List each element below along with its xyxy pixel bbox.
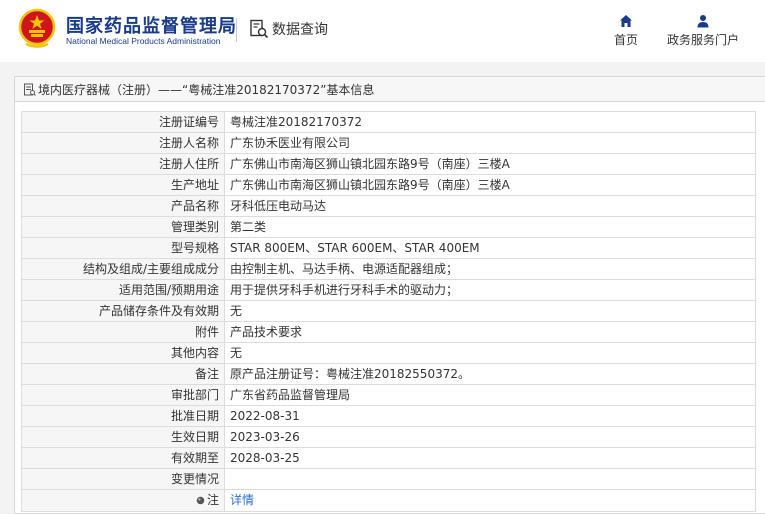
row-value — [224, 468, 756, 490]
row-key: 注册人住所 — [21, 153, 225, 175]
details-link[interactable]: 详情 — [230, 493, 254, 507]
registration-info-table: 注册证编号 粤械注准20182170372 注册人名称 广东协禾医业有限公司 注册人住所… — [21, 111, 756, 512]
org-name-en: National Medical Products Administration — [66, 36, 221, 46]
row-key: 管理类别 — [21, 216, 225, 238]
row-value: 2028-03-25 — [224, 447, 756, 469]
table-row: 注 详情 — [21, 489, 756, 512]
row-value: 原产品注册证号：粤械注准20182550372。 — [224, 363, 756, 385]
table-row: 结构及组成/主要组成成分 由控制主机、马达手柄、电源适配器组成； — [21, 258, 756, 280]
data-query-link[interactable]: 数据查询 — [249, 17, 328, 41]
row-key: 审批部门 — [21, 384, 225, 406]
row-key: 注册证编号 — [21, 111, 225, 133]
table-row: 产品名称 牙科低压电动马达 — [21, 195, 756, 217]
panel-title-text: 境内医疗器械（注册）——“粤械注准20182170372”基本信息 — [38, 82, 375, 97]
table-row: 适用范围/预期用途 用于提供牙科手机进行牙科手术的驱动力； — [21, 279, 756, 301]
note-label: 注 — [206, 493, 219, 507]
table-row: 备注 原产品注册证号：粤械注准20182550372。 — [21, 363, 756, 385]
document-search-icon — [250, 19, 269, 39]
table-row: 有效期至 2028-03-25 — [21, 447, 756, 469]
row-key: 适用范围/预期用途 — [21, 279, 225, 301]
nav-home[interactable]: 首页 — [610, 14, 642, 48]
row-key: 产品储存条件及有效期 — [21, 300, 225, 322]
home-icon — [620, 15, 632, 27]
nav-service-portal[interactable]: 政务服务门户 — [664, 14, 742, 48]
table-row: 注册人住所 广东佛山市南海区狮山镇北园东路9号（南座）三楼A — [21, 153, 756, 175]
table-row: 产品储存条件及有效期无 — [21, 300, 756, 322]
panel-title: 境内医疗器械（注册）——“粤械注准20182170372”基本信息 — [15, 77, 765, 102]
table-row: 型号规格 STAR 800EM、STAR 600EM、STAR 400EM — [21, 237, 756, 259]
bullet-icon — [196, 496, 205, 504]
row-key: 生效日期 — [21, 426, 225, 448]
row-value: STAR 800EM、STAR 600EM、STAR 400EM — [224, 237, 756, 259]
row-key: 生产地址 — [21, 174, 225, 196]
row-key: 变更情况 — [21, 468, 225, 490]
table-row: 生产地址 广东佛山市南海区狮山镇北园东路9号（南座）三楼A — [21, 174, 756, 196]
row-value: 无 — [224, 342, 756, 364]
row-value: 粤械注准20182170372 — [224, 111, 756, 133]
row-key: 注 — [21, 489, 225, 512]
row-key: 结构及组成/主要组成成分 — [21, 258, 225, 280]
row-value: 广东协禾医业有限公司 — [224, 132, 756, 154]
row-key: 注册人名称 — [21, 132, 225, 154]
row-key: 附件 — [21, 321, 225, 343]
table-row: 审批部门 广东省药品监督管理局 — [21, 384, 756, 406]
row-value: 牙科低压电动马达 — [224, 195, 756, 217]
table-row: 生效日期 2023-03-26 — [21, 426, 756, 448]
row-key: 产品名称 — [21, 195, 225, 217]
row-key: 批准日期 — [21, 405, 225, 427]
row-value: 由控制主机、马达手柄、电源适配器组成； — [224, 258, 756, 280]
row-value: 2023-03-26 — [224, 426, 756, 448]
table-row: 附件 产品技术要求 — [21, 321, 756, 343]
row-key: 有效期至 — [21, 447, 225, 469]
data-query-label: 数据查询 — [272, 22, 328, 38]
nav-home-label: 首页 — [613, 33, 638, 47]
nav-service-label: 政务服务门户 — [666, 33, 739, 47]
table-row: 其他内容无 — [21, 342, 756, 364]
row-value: 广东佛山市南海区狮山镇北园东路9号（南座）三楼A — [224, 153, 756, 175]
row-key: 备注 — [21, 363, 225, 385]
document-icon — [24, 83, 36, 96]
org-name-cn: 国家药品监督管理局 — [66, 16, 237, 37]
national-emblem-icon — [18, 8, 56, 48]
table-row: 批准日期 2022-08-31 — [21, 405, 756, 427]
info-panel: 境内医疗器械（注册）——“粤械注准20182170372”基本信息 注册证编号粤… — [14, 76, 765, 514]
row-value: 用于提供牙科手机进行牙科手术的驱动力； — [224, 279, 756, 301]
row-key: 其他内容 — [21, 342, 225, 364]
header-divider — [236, 18, 237, 42]
site-header: 国家药品监督管理局 National Medical Products Admi… — [0, 0, 765, 62]
row-value: 无 — [224, 300, 756, 322]
row-value: 广东省药品监督管理局 — [224, 384, 756, 406]
user-icon — [697, 15, 709, 28]
table-row: 管理类别 第二类 — [21, 216, 756, 238]
row-value[interactable]: 详情 — [224, 489, 756, 512]
row-value: 产品技术要求 — [224, 321, 756, 343]
table-row: 变更情况 — [21, 468, 756, 490]
table-row: 注册人名称 广东协禾医业有限公司 — [21, 132, 756, 154]
row-key: 型号规格 — [21, 237, 225, 259]
row-value: 第二类 — [224, 216, 756, 238]
row-value: 2022-08-31 — [224, 405, 756, 427]
table-row: 注册证编号 粤械注准20182170372 — [21, 111, 756, 133]
row-value: 广东佛山市南海区狮山镇北园东路9号（南座）三楼A — [224, 174, 756, 196]
